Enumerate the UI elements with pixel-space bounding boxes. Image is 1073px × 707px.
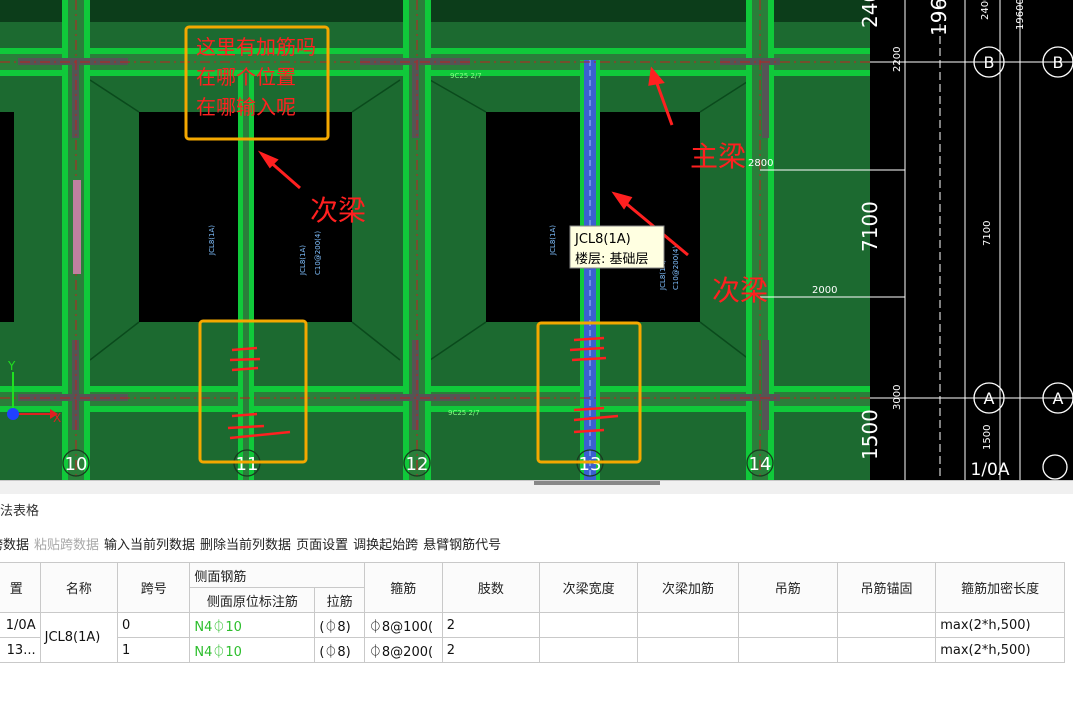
svg-text:JCL8(1A): JCL8(1A) bbox=[208, 225, 216, 256]
cell-hanger-anchor[interactable] bbox=[836, 637, 937, 663]
label-secondary-beam-2: 次梁 bbox=[712, 274, 768, 307]
svg-text:C10@200(4): C10@200(4) bbox=[314, 231, 322, 275]
header-legs[interactable]: 肢数 bbox=[441, 562, 540, 613]
axis-number: 11 bbox=[236, 454, 259, 475]
cell-name[interactable]: JCL8(1A) bbox=[39, 612, 119, 663]
svg-text:7100: 7100 bbox=[858, 201, 882, 252]
scrollbar-thumb[interactable] bbox=[534, 481, 660, 485]
cell-legs[interactable]: 2 bbox=[441, 612, 540, 638]
cell-stirrup[interactable]: ⏀8@200( bbox=[363, 637, 443, 663]
header-sec-add[interactable]: 次梁加筋 bbox=[637, 562, 739, 613]
svg-text:2800: 2800 bbox=[748, 158, 773, 169]
beam-label: 9C25 2/7 bbox=[448, 409, 480, 417]
axis-number: 12 bbox=[406, 454, 429, 475]
axis-letter: A bbox=[1053, 389, 1064, 408]
table-row[interactable]: 1/0A JCL8(1A) 0 N4⏀10 (⏀8) ⏀8@100( 2 max… bbox=[0, 612, 1065, 663]
header-position[interactable]: 置 bbox=[0, 562, 41, 613]
question-line: 这里有加筋吗 bbox=[196, 35, 316, 59]
axis-number: 10 bbox=[65, 454, 88, 475]
panel-title: 法表格 bbox=[0, 504, 40, 519]
cell-sec-add[interactable] bbox=[637, 637, 739, 663]
cell-sec-width[interactable] bbox=[538, 612, 639, 638]
table-row[interactable]: 13... 1 N4⏀10 (⏀8) ⏀8@200( 2 max(2*h,500… bbox=[0, 637, 1065, 663]
axis-number: 13 bbox=[579, 454, 602, 475]
toolbar-swap-start-span[interactable]: 调换起始跨 bbox=[353, 534, 423, 554]
header-span[interactable]: 跨号 bbox=[117, 562, 191, 613]
cell-side[interactable]: N4⏀10 bbox=[189, 612, 316, 638]
question-line: 在哪个位置 bbox=[196, 65, 296, 89]
header-side-original[interactable]: 侧面原位标注筋 bbox=[189, 587, 316, 613]
header-side-group[interactable]: 侧面钢筋 bbox=[189, 562, 365, 588]
axis-special: 1/0A bbox=[971, 460, 1010, 480]
svg-text:Y: Y bbox=[7, 359, 16, 373]
tooltip-name: JCL8(1A) bbox=[574, 232, 631, 247]
label-secondary-beam: 次梁 bbox=[310, 194, 366, 227]
cell-hanger-anchor[interactable] bbox=[836, 612, 937, 638]
svg-text:7100: 7100 bbox=[982, 221, 993, 246]
header-name[interactable]: 名称 bbox=[39, 562, 119, 613]
table-panel: 法表格 跨数据 粘贴跨数据 输入当前列数据 删除当前列数据 页面设置 调换起始跨… bbox=[0, 494, 1073, 707]
cad-canvas[interactable]: 9C25 2/7 9C25 2/7 JCL8(1A) JCL8(1A) JCL8… bbox=[0, 0, 1073, 480]
cell-tie[interactable]: (⏀8) bbox=[314, 612, 365, 638]
cell-hanger[interactable] bbox=[737, 637, 838, 663]
cell-dense[interactable]: max(2*h,500) bbox=[935, 612, 1065, 638]
cell-span[interactable]: 1 bbox=[117, 637, 191, 663]
header-sec-width[interactable]: 次梁宽度 bbox=[538, 562, 639, 613]
axis-letter: B bbox=[984, 53, 995, 72]
toolbar-input-column[interactable]: 输入当前列数据 bbox=[104, 534, 200, 554]
svg-text:1500: 1500 bbox=[858, 409, 882, 460]
svg-text:3000: 3000 bbox=[892, 385, 903, 410]
cell-hanger[interactable] bbox=[737, 612, 838, 638]
cell-position[interactable]: 1/0A bbox=[0, 612, 41, 638]
beam-label: 9C25 2/7 bbox=[450, 72, 482, 80]
svg-text:19600: 19600 bbox=[1015, 0, 1026, 30]
cell-dense[interactable]: max(2*h,500) bbox=[935, 637, 1065, 663]
tooltip-floor: 楼层: 基础层 bbox=[575, 252, 649, 267]
cell-stirrup[interactable]: ⏀8@100( bbox=[363, 612, 443, 638]
cell-position[interactable]: 13... bbox=[0, 637, 41, 663]
svg-text:X: X bbox=[53, 411, 61, 425]
toolbar-copy-span[interactable]: 跨数据 bbox=[0, 534, 34, 554]
header-hanger[interactable]: 吊筋 bbox=[737, 562, 838, 613]
svg-text:2400: 2400 bbox=[980, 0, 991, 20]
axis-letter: A bbox=[984, 389, 995, 408]
svg-text:JCL8(1A): JCL8(1A) bbox=[549, 225, 557, 256]
svg-text:2200: 2200 bbox=[892, 47, 903, 72]
header-stirrup[interactable]: 箍筋 bbox=[363, 562, 443, 613]
cell-span[interactable]: 0 bbox=[117, 612, 191, 638]
svg-text:2000: 2000 bbox=[812, 285, 837, 296]
header-dense-length[interactable]: 箍筋加密长度 bbox=[935, 562, 1065, 613]
panel-toolbar: 跨数据 粘贴跨数据 输入当前列数据 删除当前列数据 页面设置 调换起始跨 悬臂钢… bbox=[0, 534, 506, 554]
axis-letter: B bbox=[1053, 53, 1064, 72]
svg-text:1500: 1500 bbox=[982, 425, 993, 450]
svg-text:C10@200(4): C10@200(4) bbox=[672, 246, 680, 290]
toolbar-paste-span[interactable]: 粘贴跨数据 bbox=[34, 534, 104, 554]
cell-sec-width[interactable] bbox=[538, 637, 639, 663]
cell-side[interactable]: N4⏀10 bbox=[189, 637, 316, 663]
label-main-beam: 主梁 bbox=[690, 140, 746, 173]
svg-text:1960: 1960 bbox=[927, 0, 951, 36]
header-tie[interactable]: 拉筋 bbox=[314, 587, 365, 613]
cad-drawing[interactable]: 9C25 2/7 9C25 2/7 JCL8(1A) JCL8(1A) JCL8… bbox=[0, 0, 1073, 480]
beam-tooltip: JCL8(1A) 楼层: 基础层 bbox=[569, 225, 665, 269]
header-hanger-anchor[interactable]: 吊筋锚固 bbox=[836, 562, 937, 613]
svg-text:JCL8(1A): JCL8(1A) bbox=[299, 245, 307, 276]
question-line: 在哪输入呢 bbox=[196, 95, 296, 119]
toolbar-cantilever-code[interactable]: 悬臂钢筋代号 bbox=[423, 534, 506, 554]
cell-tie[interactable]: (⏀8) bbox=[314, 637, 365, 663]
axis-number: 14 bbox=[749, 454, 772, 475]
beam-table[interactable]: 置 名称 跨号 侧面钢筋 箍筋 肢数 次梁宽度 次梁加筋 吊筋 吊筋锚固 箍筋加… bbox=[0, 562, 1065, 663]
horizontal-scrollbar[interactable] bbox=[0, 480, 1073, 495]
toolbar-delete-column[interactable]: 删除当前列数据 bbox=[200, 534, 296, 554]
toolbar-page-setup[interactable]: 页面设置 bbox=[296, 534, 353, 554]
cell-legs[interactable]: 2 bbox=[441, 637, 540, 663]
svg-text:2400: 2400 bbox=[858, 0, 882, 28]
cell-sec-add[interactable] bbox=[637, 612, 739, 638]
